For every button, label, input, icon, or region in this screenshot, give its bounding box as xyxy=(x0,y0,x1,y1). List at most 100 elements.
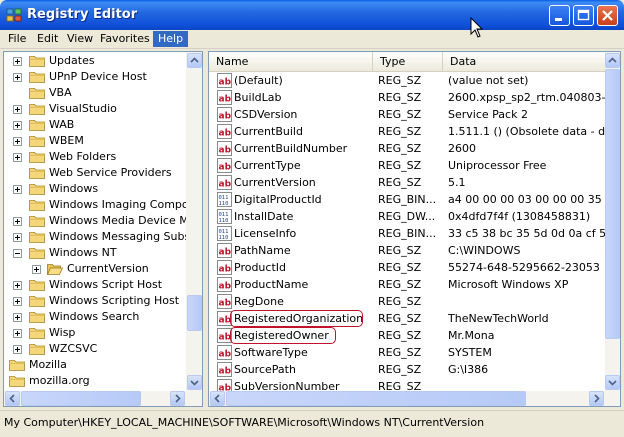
value-data: C:\WINDOWS xyxy=(448,244,521,257)
expand-icon[interactable] xyxy=(13,329,22,338)
tree-item[interactable]: Windows NT xyxy=(4,245,186,261)
tree-item[interactable]: Wisp xyxy=(4,325,186,341)
value-row[interactable]: ab RegisteredOrganization REG_SZ TheNewTech… xyxy=(209,310,605,327)
value-row[interactable]: ab BuildLab REG_SZ 2600.xpsp_sp2_rtm.040803… xyxy=(209,89,605,106)
expand-icon[interactable] xyxy=(13,137,22,146)
tree-scroll-right-button[interactable] xyxy=(170,391,185,406)
close-button[interactable] xyxy=(597,5,618,26)
tree-scroll-left-button[interactable] xyxy=(5,391,20,406)
close-icon xyxy=(602,10,613,21)
value-row[interactable]: ab CurrentBuildNumber REG_SZ 2600 xyxy=(209,140,605,157)
expand-icon[interactable] xyxy=(13,281,22,290)
value-row[interactable]: 011 110 DigitalProductId REG_BIN... a4 00 00… xyxy=(209,191,605,208)
tree-item[interactable]: Windows Imaging Componen xyxy=(4,197,202,213)
expand-icon[interactable] xyxy=(13,185,22,194)
tree-scroll-thumb[interactable] xyxy=(187,295,202,331)
column-type-header[interactable]: Type xyxy=(373,52,443,71)
value-row[interactable]: ab PathName REG_SZ C:\WINDOWS xyxy=(209,242,605,259)
tree-item[interactable]: CurrentVersion xyxy=(4,261,186,277)
value-data: Mr.Mona xyxy=(448,329,495,342)
tree-item-label: Windows NT xyxy=(49,246,117,259)
minimize-button[interactable] xyxy=(549,5,570,26)
tree-item[interactable]: Updates xyxy=(4,53,186,69)
expand-icon[interactable] xyxy=(32,265,41,274)
list-scroll-right-button[interactable] xyxy=(589,391,604,406)
expand-icon[interactable] xyxy=(13,73,22,82)
value-row[interactable]: ab ProductId REG_SZ 55274-648-5295662-23053 xyxy=(209,259,605,276)
value-row[interactable]: 011 110 InstallDate REG_DW... 0x4dfd7f4f (13… xyxy=(209,208,605,225)
tree-item[interactable]: mozilla.org xyxy=(4,373,186,389)
title-bar[interactable]: Registry Editor xyxy=(0,0,624,30)
svg-text:ab: ab xyxy=(219,265,232,275)
expand-icon[interactable] xyxy=(13,233,22,242)
tree-item[interactable]: Windows Search xyxy=(4,309,186,325)
tree-item-label: UPnP Device Host xyxy=(49,70,147,83)
tree-item[interactable]: Web Folders xyxy=(4,149,186,165)
tree-scroll-down-button[interactable] xyxy=(187,375,202,390)
maximize-button[interactable] xyxy=(573,5,594,26)
registry-tree[interactable]: Updates UPnP Device Host VBA VisualStudio WA… xyxy=(3,51,203,407)
tree-vertical-scrollbar[interactable] xyxy=(186,52,202,392)
list-hscroll-thumb[interactable] xyxy=(226,391,526,406)
tree-item[interactable]: VisualStudio xyxy=(4,101,186,117)
expand-icon[interactable] xyxy=(13,105,22,114)
list-vertical-scrollbar[interactable] xyxy=(605,52,620,392)
tree-item[interactable]: WBEM xyxy=(4,133,186,149)
string-value-icon: ab xyxy=(217,328,232,343)
value-row[interactable]: ab CurrentBuild REG_SZ 1.511.1 () (Obsolete… xyxy=(209,123,605,140)
tree-item[interactable]: Web Service Providers xyxy=(4,165,186,181)
menu-favorites[interactable]: Favorites xyxy=(95,31,155,47)
tree-item[interactable]: WAB xyxy=(4,117,186,133)
tree-item-label: CurrentVersion xyxy=(67,262,149,275)
value-row[interactable]: ab SoftwareType REG_SZ SYSTEM xyxy=(209,344,605,361)
tree-hscroll-thumb[interactable] xyxy=(21,391,141,406)
value-data: 0x4dfd7f4f (1308458831) xyxy=(448,210,591,223)
tree-item[interactable]: Windows Script Host xyxy=(4,277,186,293)
expand-icon[interactable] xyxy=(13,345,22,354)
expand-icon[interactable] xyxy=(13,121,22,130)
tree-item[interactable]: WZCSVC xyxy=(4,341,186,357)
list-scroll-left-button[interactable] xyxy=(210,391,225,406)
list-scroll-thumb[interactable] xyxy=(605,69,620,339)
column-data-header[interactable]: Data xyxy=(443,52,605,71)
value-row[interactable]: ab ProductName REG_SZ Microsoft Windows XP xyxy=(209,276,605,293)
menu-file[interactable]: File xyxy=(3,31,31,47)
value-type: REG_SZ xyxy=(378,244,422,257)
expand-icon[interactable] xyxy=(13,313,22,322)
expand-icon[interactable] xyxy=(13,217,22,226)
expand-icon[interactable] xyxy=(13,153,22,162)
menu-edit[interactable]: Edit xyxy=(32,31,63,47)
tree-horizontal-scrollbar[interactable] xyxy=(4,391,202,406)
value-row[interactable]: 011 110 LicenseInfo REG_BIN... 33 c5 38 bc 3… xyxy=(209,225,605,242)
list-scroll-down-button[interactable] xyxy=(605,375,620,390)
list-scroll-up-button[interactable] xyxy=(605,53,620,68)
tree-item[interactable]: VBA xyxy=(4,85,186,101)
value-row[interactable]: ab (Default) REG_SZ (value not set) xyxy=(209,72,605,89)
string-value-icon: ab xyxy=(217,362,232,377)
list-horizontal-scrollbar[interactable] xyxy=(209,391,620,406)
value-row[interactable]: ab CSDVersion REG_SZ Service Pack 2 xyxy=(209,106,605,123)
values-list[interactable]: Name Type Data ab (Default) REG_SZ (value n… xyxy=(208,51,621,407)
tree-item[interactable]: Mozilla xyxy=(4,357,186,373)
value-row[interactable]: ab RegisteredOwner REG_SZ Mr.Mona xyxy=(209,327,605,344)
tree-item[interactable]: UPnP Device Host xyxy=(4,69,186,85)
folder-icon xyxy=(29,120,45,131)
value-name: CurrentBuildNumber xyxy=(234,142,348,155)
binary-value-icon: 011110 xyxy=(217,192,232,207)
tree-scroll-up-button[interactable] xyxy=(187,53,202,68)
value-row[interactable]: ab SourcePath REG_SZ G:\I386 xyxy=(209,361,605,378)
value-row[interactable]: ab CurrentVersion REG_SZ 5.1 xyxy=(209,174,605,191)
value-row[interactable]: ab CurrentType REG_SZ Uniprocessor Free xyxy=(209,157,605,174)
tree-item[interactable]: Windows Media Device Mana xyxy=(4,213,202,229)
column-name-header[interactable]: Name xyxy=(209,52,373,71)
expand-icon[interactable] xyxy=(13,297,22,306)
tree-item[interactable]: Windows Messaging Subsyste xyxy=(4,229,202,245)
value-row[interactable]: ab RegDone REG_SZ xyxy=(209,293,605,310)
menu-view[interactable]: View xyxy=(62,31,98,47)
menu-help[interactable]: Help xyxy=(153,31,189,47)
expand-icon[interactable] xyxy=(13,57,22,66)
tree-item[interactable]: Windows xyxy=(4,181,186,197)
tree-item[interactable]: Windows Scripting Host xyxy=(4,293,186,309)
collapse-icon[interactable] xyxy=(13,249,22,258)
string-value-icon: ab xyxy=(217,107,232,122)
